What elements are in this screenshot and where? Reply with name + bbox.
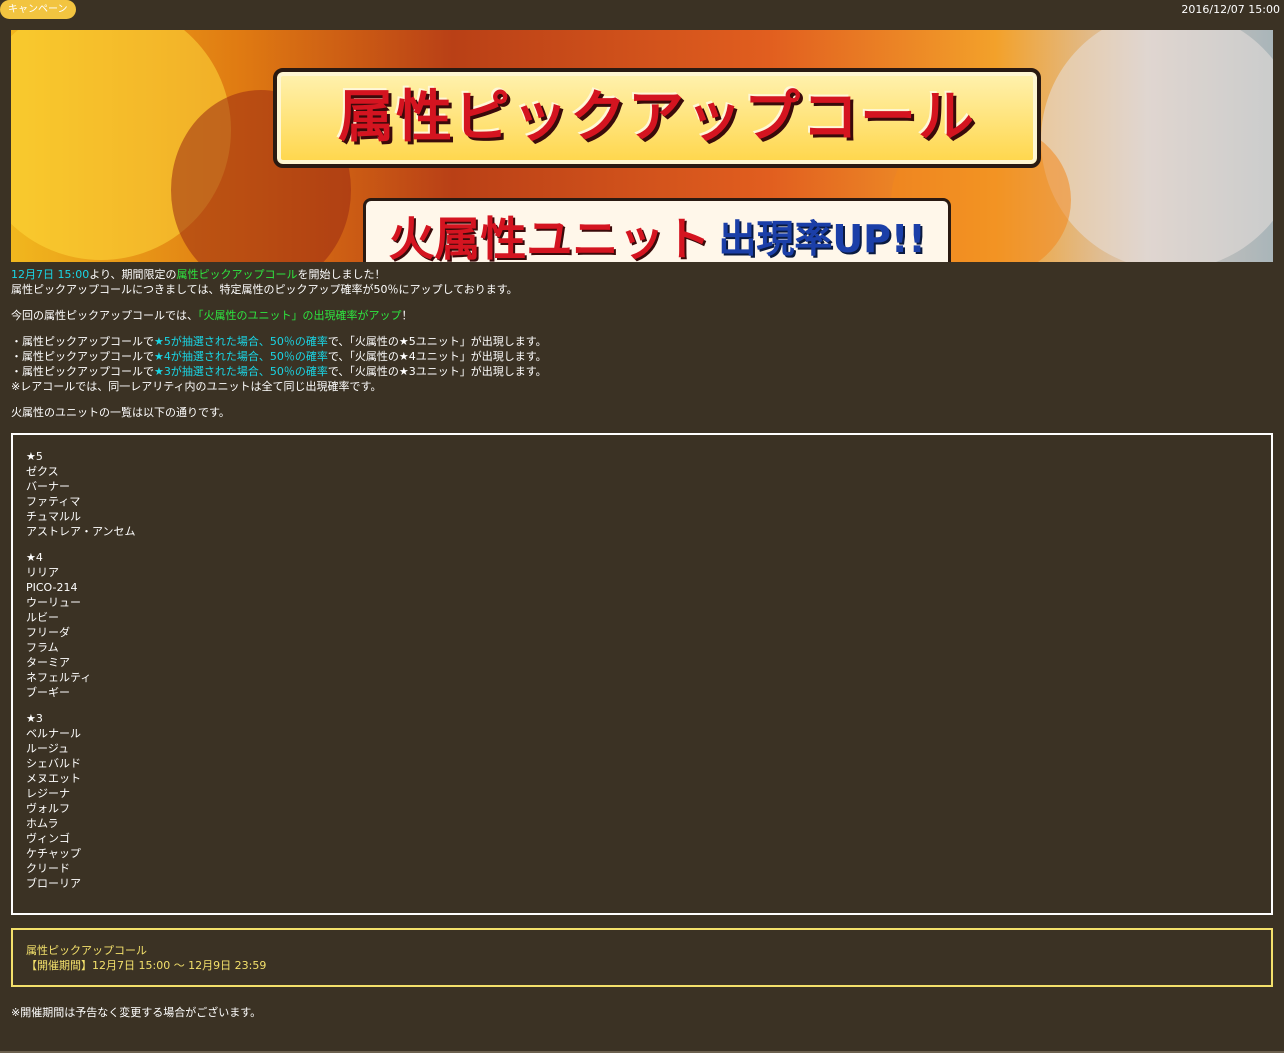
campaign-banner-image: 属性ピックアップコール 火属性ユニット 出現率UP!!: [11, 30, 1273, 262]
rate-suffix: で、「火属性の★5ユニット」が出現します。: [327, 335, 547, 348]
unit-name: ターミア: [26, 656, 70, 669]
banner-title: 属性ピックアップコール: [338, 85, 976, 150]
rate-highlight: ★3が抽選された場合、50％の確率: [154, 365, 328, 378]
unit-name: ゼクス: [26, 465, 59, 478]
rarity-heading: ★3: [26, 712, 43, 725]
banner-subtitle-red: 火属性ユニット: [388, 212, 711, 262]
unit-name: ヴォルフ: [26, 802, 70, 815]
fire-rate-highlight: 「火属性のユニット」の出現確率がアップ: [198, 309, 402, 322]
unit-name: ホムラ: [26, 817, 59, 830]
unit-name: クリード: [26, 862, 70, 875]
rate-prefix: ・属性ピックアップコールで: [11, 365, 154, 378]
rates-note: ※レアコールでは、同一レアリティ内のユニットは全て同じ出現確率です。: [11, 380, 382, 393]
unit-list-box: ★5 ゼクスバーナーファティマチュマルルアストレア・アンセム ★4 リリア PICO-2…: [11, 433, 1273, 915]
event-period-box: 属性ピックアップコール 【開催期間】12月7日 15:00 ～ 12月9日 23…: [11, 928, 1273, 987]
unit-name: ベルナール: [26, 727, 81, 740]
intro-line-3: 今回の属性ピックアップコールでは、「火属性のユニット」の出現確率がアップ！: [11, 308, 1273, 323]
rate-prefix: ・属性ピックアップコールで: [11, 335, 154, 348]
category-badge[interactable]: キャンペーン: [0, 0, 76, 19]
unit-name: ルージュ: [26, 742, 70, 755]
unit-name: フリーダ: [26, 626, 70, 639]
unit-name: PICO-214: [26, 581, 78, 594]
unit-name: アストレア・アンセム: [26, 525, 136, 538]
banner-title-plate: 属性ピックアップコール: [273, 68, 1041, 168]
intro-text-a: より、期間限定の: [89, 268, 177, 281]
unit-name: ルビー: [26, 611, 59, 624]
event-period-dates: 【開催期間】12月7日 15:00 ～ 12月9日 23:59: [26, 959, 267, 972]
unit-name: ブーギー: [26, 686, 70, 699]
rate-line-star4: ・属性ピックアップコールで★4が抽選された場合、50％の確率で、「火属性の★4ユ…: [11, 349, 1273, 364]
rate-prefix: ・属性ピックアップコールで: [11, 350, 154, 363]
unit-name: フラム: [26, 641, 59, 654]
rate-highlight: ★5が抽選された場合、50％の確率: [154, 335, 328, 348]
unit-name: バーナー: [26, 480, 70, 493]
banner-subtitle-plate: 火属性ユニット 出現率UP!!: [363, 198, 951, 262]
unit-name: ネフェルティ: [26, 671, 92, 684]
unit-name: レジーナ: [26, 787, 70, 800]
unit-name: メヌエット: [26, 772, 81, 785]
article-body: 12月7日 15:00より、期間限定の属性ピックアップコールを開始しました！ 属…: [11, 267, 1273, 420]
banner-right-character: [1041, 30, 1273, 262]
rarity-heading: ★5: [26, 450, 43, 463]
rate-line-star3: ・属性ピックアップコールで★3が抽選された場合、50％の確率で、「火属性の★3ユ…: [11, 364, 1273, 379]
unit-name: チュマルル: [26, 510, 81, 523]
rate-suffix: で、「火属性の★3ユニット」が出現します。: [327, 365, 547, 378]
rate-suffix: で、「火属性の★4ユニット」が出現します。: [327, 350, 547, 363]
unit-name: ウーリュー: [26, 596, 81, 609]
unit-name: シェバルド: [26, 757, 81, 770]
event-period-title: 属性ピックアップコール: [26, 944, 147, 957]
unit-list-intro: 火属性のユニットの一覧は以下の通りです。: [11, 406, 230, 419]
unit-name: リリア: [26, 566, 59, 579]
post-date: 2016/12/07 15:00: [1181, 3, 1280, 16]
banner-subtitle-blue: 出現率UP!!: [718, 217, 926, 261]
unit-name: ブローリア: [26, 877, 81, 890]
pickup-call-link[interactable]: 属性ピックアップコール: [177, 268, 298, 281]
header-bar: キャンペーン 2016/12/07 15:00: [0, 0, 1284, 20]
intro-line-1: 12月7日 15:00より、期間限定の属性ピックアップコールを開始しました！: [11, 267, 1273, 282]
intro-text-b: を開始しました！: [297, 268, 386, 281]
intro-line-3-a: 今回の属性ピックアップコールでは、: [11, 309, 198, 322]
intro-line-3-b: ！: [401, 309, 413, 322]
rate-line-star5: ・属性ピックアップコールで★5が抽選された場合、50％の確率で、「火属性の★5ユ…: [11, 334, 1273, 349]
unit-name: ファティマ: [26, 495, 81, 508]
start-date: 12月7日 15:00: [11, 268, 90, 281]
rarity-heading: ★4: [26, 551, 43, 564]
intro-line-2: 属性ピックアップコールにつきましては、特定属性のピックアップ確率が50％にアップ…: [11, 283, 518, 296]
unit-name: ヴィンゴ: [26, 832, 70, 845]
rate-highlight: ★4が抽選された場合、50％の確率: [154, 350, 328, 363]
unit-list: ★5 ゼクスバーナーファティマチュマルルアストレア・アンセム ★4 リリア PICO-2…: [26, 449, 136, 891]
footer-note: ※開催期間は予告なく変更する場合がございます。: [11, 1006, 262, 1019]
unit-name: ケチャップ: [26, 847, 81, 860]
